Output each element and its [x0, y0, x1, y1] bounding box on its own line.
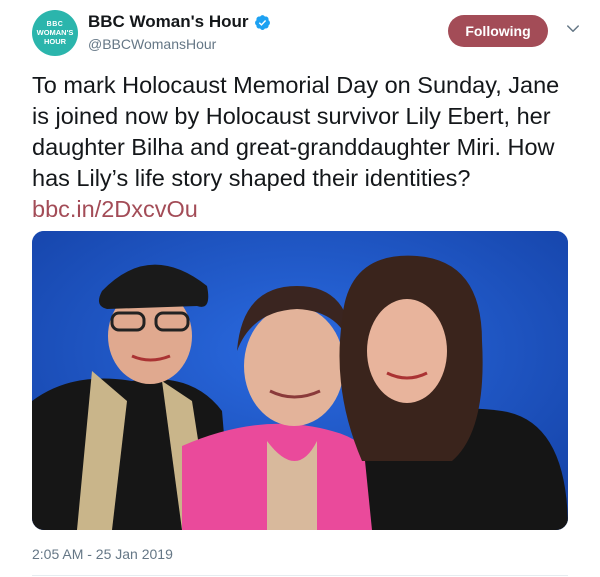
display-name[interactable]: BBC Woman's Hour: [88, 12, 249, 32]
chevron-down-icon[interactable]: [564, 20, 582, 38]
tweet-body: To mark Holocaust Memorial Day on Sunday…: [32, 72, 560, 191]
tweet-text: To mark Holocaust Memorial Day on Sunday…: [32, 70, 572, 225]
tweet-photo[interactable]: [32, 231, 568, 530]
avatar-text-womans: WOMAN'S: [36, 28, 74, 37]
photo-icon: [32, 231, 568, 530]
verified-badge-icon: [254, 14, 270, 30]
avatar-text-hour: HOUR: [43, 36, 67, 46]
following-button[interactable]: Following: [448, 15, 548, 47]
avatar-text-bbc: BBC: [46, 21, 64, 28]
avatar[interactable]: BBC WOMAN'S HOUR: [32, 10, 78, 56]
tweet-header: BBC WOMAN'S HOUR BBC Woman's Hour @BBCWo…: [32, 10, 582, 62]
account-handle[interactable]: @BBCWomansHour: [88, 36, 271, 52]
divider: [32, 575, 568, 576]
tweet-link[interactable]: bbc.in/2DxcvOu: [32, 196, 198, 222]
display-name-row[interactable]: BBC Woman's Hour: [88, 12, 271, 32]
account-names: BBC Woman's Hour @BBCWomansHour: [88, 12, 271, 52]
tweet-timestamp[interactable]: 2:05 AM - 25 Jan 2019: [32, 546, 173, 562]
